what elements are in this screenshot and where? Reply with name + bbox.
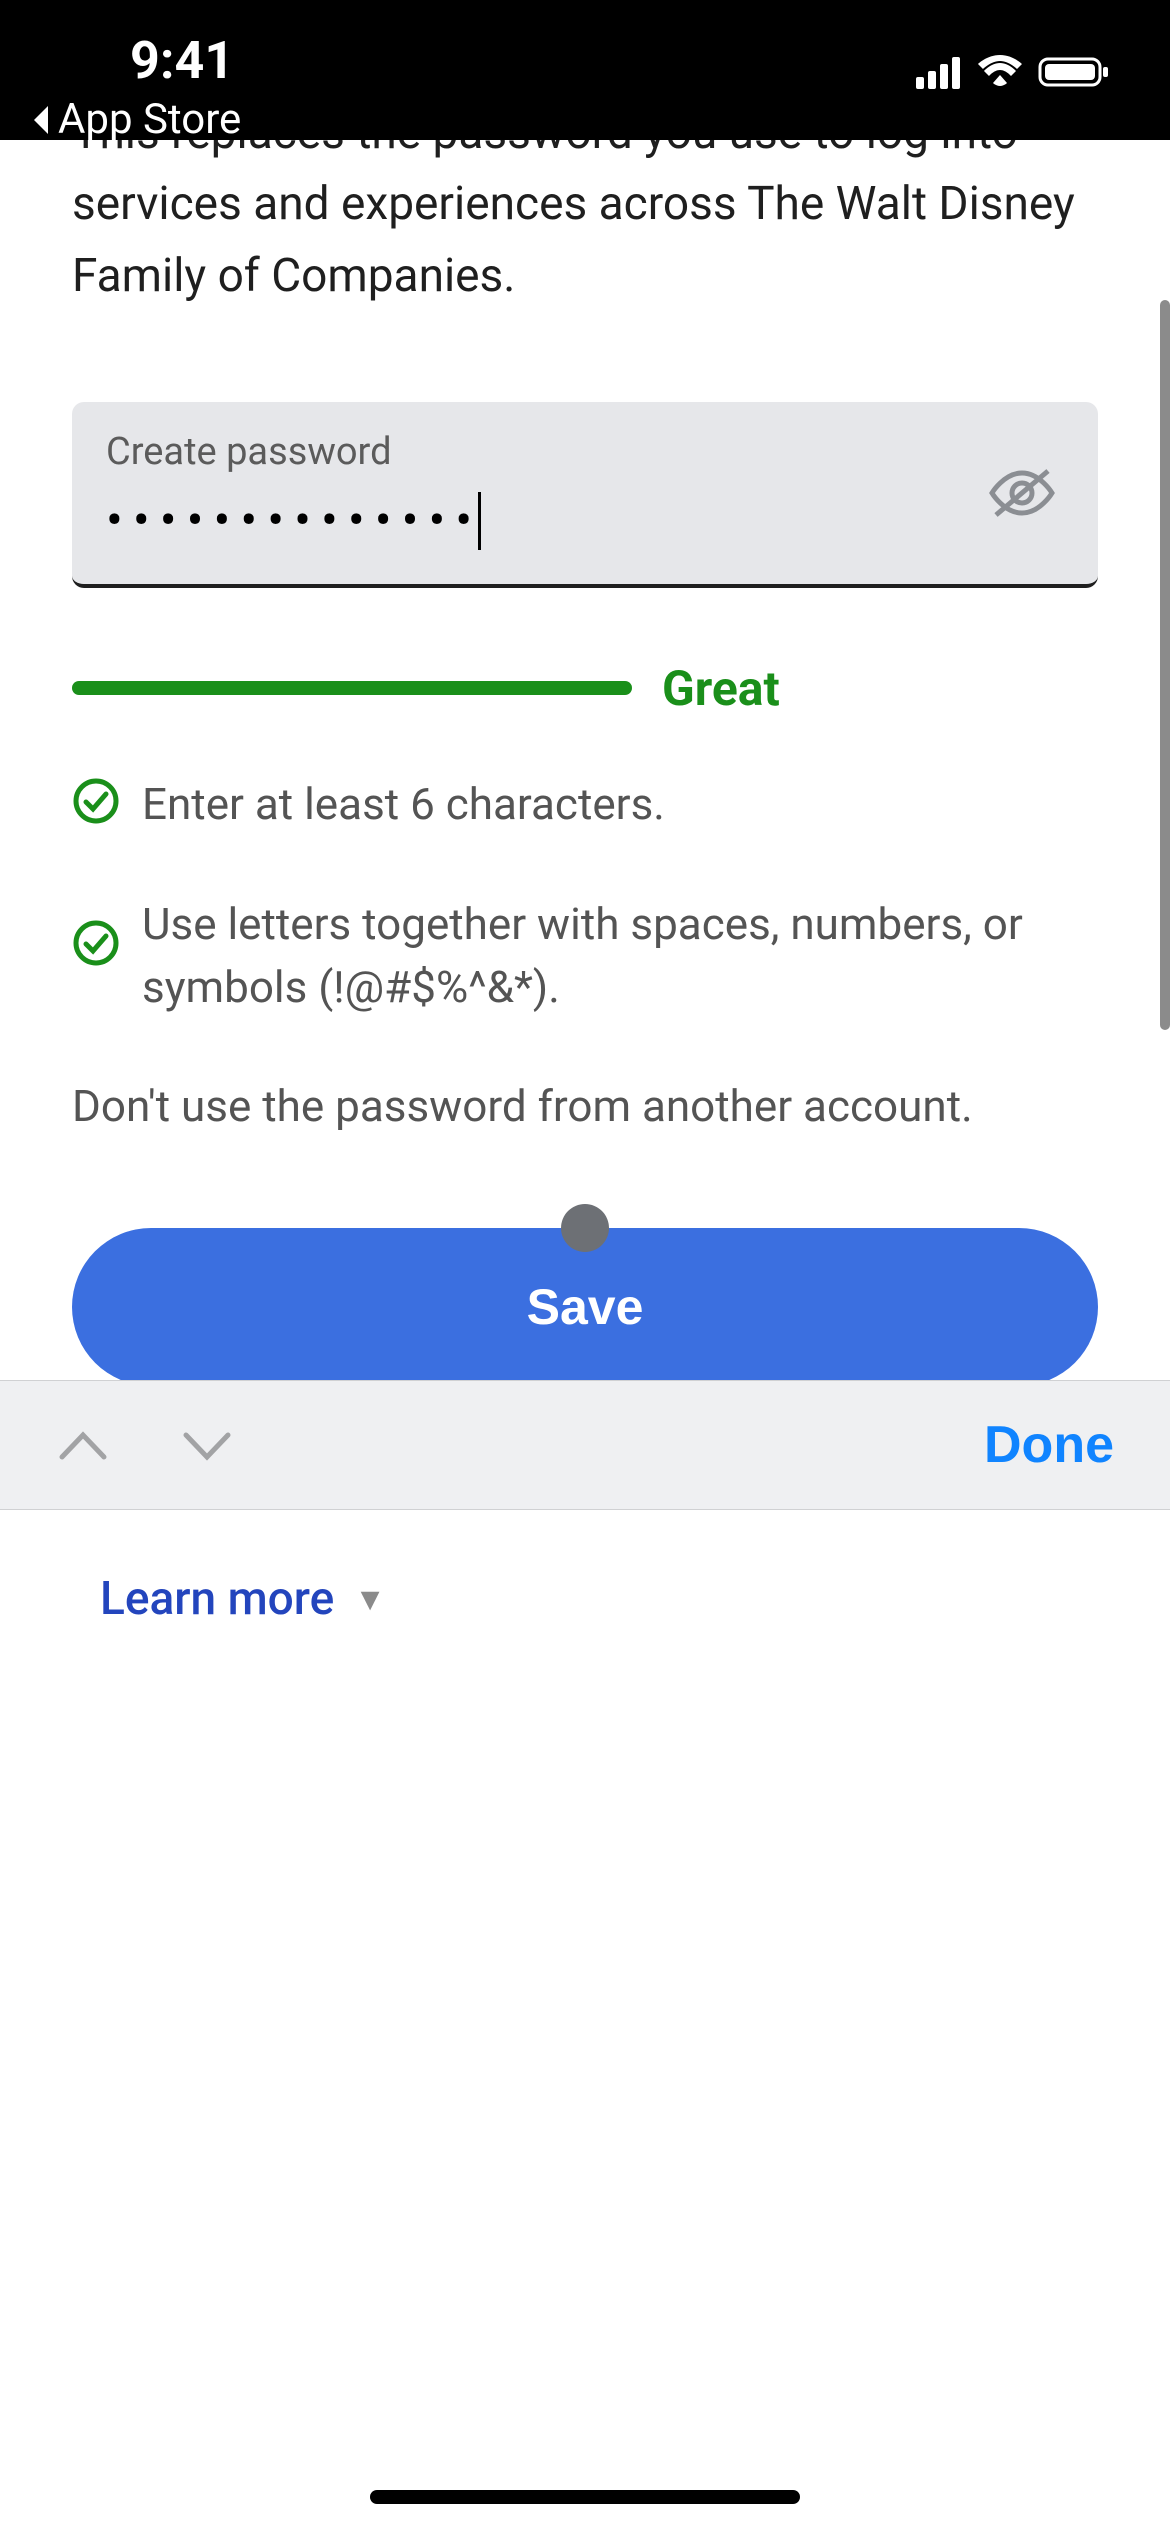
home-indicator[interactable]: [370, 2490, 800, 2504]
check-circle-icon: [72, 777, 120, 825]
password-strength: Great: [72, 660, 1098, 717]
strength-label: Great: [662, 660, 780, 717]
back-to-app-store[interactable]: App Store: [30, 95, 241, 144]
save-button-label: Save: [527, 1279, 644, 1335]
learn-more-label: Learn more: [100, 1572, 334, 1626]
learn-more-link[interactable]: Learn more ▼: [100, 1572, 386, 1626]
toggle-password-visibility-button[interactable]: [986, 465, 1058, 521]
scrollbar[interactable]: [1160, 300, 1170, 1030]
footer-area: Learn more ▼: [0, 1510, 1170, 1688]
battery-icon: [1038, 55, 1110, 89]
requirement-2-text: Use letters together with spaces, number…: [142, 893, 1098, 1021]
cursor-indicator: [561, 1204, 609, 1252]
cellular-icon: [916, 55, 962, 89]
page-description: This replaces the password you use to lo…: [72, 140, 1098, 312]
back-app-label: App Store: [58, 95, 241, 144]
eye-slash-icon: [986, 465, 1058, 521]
keyboard-accessory-bar: Done: [0, 1380, 1170, 1510]
password-value: ••••••••••••••: [106, 492, 1064, 550]
password-field[interactable]: Create password ••••••••••••••: [72, 402, 1098, 588]
requirement-1-text: Enter at least 6 characters.: [142, 773, 665, 837]
back-caret-icon: [30, 104, 54, 136]
keyboard-done-button[interactable]: Done: [984, 1415, 1114, 1475]
password-note: Don't use the password from another acco…: [72, 1080, 1098, 1132]
wifi-icon: [976, 55, 1024, 89]
status-icons: [916, 55, 1110, 89]
chevron-up-icon: [56, 1425, 110, 1465]
strength-bar: [72, 681, 632, 695]
requirement-row-2: Use letters together with spaces, number…: [72, 893, 1098, 1021]
password-label: Create password: [106, 430, 1064, 474]
status-bar: 9:41 App Store: [0, 0, 1170, 140]
main-content: This replaces the password you use to lo…: [0, 140, 1170, 1380]
text-cursor: [478, 492, 481, 550]
save-button[interactable]: Save: [72, 1228, 1098, 1380]
requirement-row-1: Enter at least 6 characters.: [72, 773, 1098, 837]
status-time: 9:41: [130, 30, 234, 91]
next-field-button[interactable]: [180, 1425, 234, 1465]
check-circle-icon: [72, 919, 120, 967]
caret-down-icon: ▼: [354, 1580, 386, 1618]
prev-field-button[interactable]: [56, 1425, 110, 1465]
chevron-down-icon: [180, 1425, 234, 1465]
